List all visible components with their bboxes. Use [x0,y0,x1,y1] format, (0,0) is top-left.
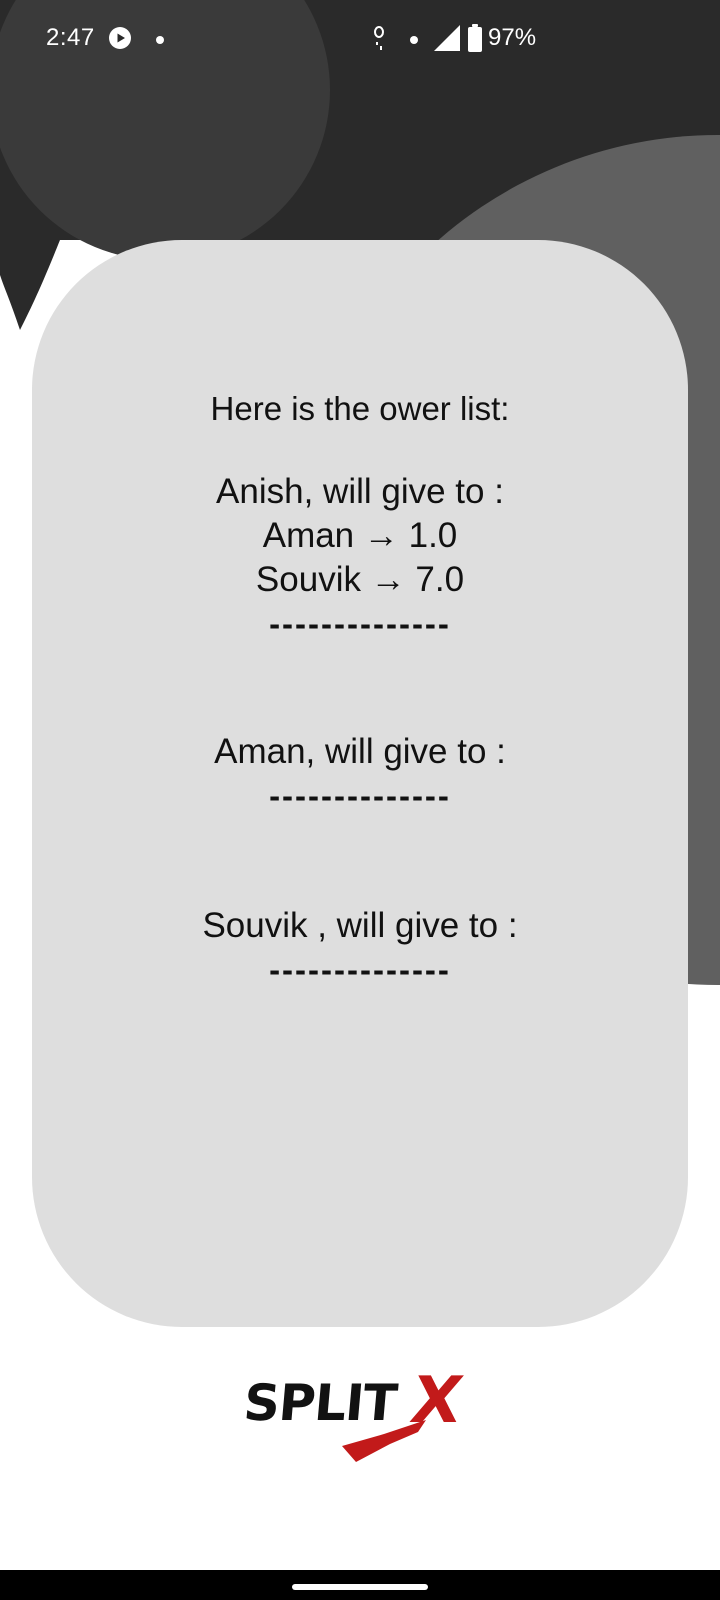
entry-divider: -------------- [269,777,451,814]
entry-title: Aman, will give to : [214,732,506,771]
status-dot-icon [410,36,418,44]
signal-icon [434,25,460,51]
payment-line: Souvik → 7.0 [255,560,465,599]
entry-divider: -------------- [269,951,451,988]
entry-divider: -------------- [269,605,451,642]
gesture-nav-bar [0,1570,720,1600]
misc-status-icon [374,26,384,50]
splitx-logo: SPLIT X [241,1364,474,1488]
home-gesture-handle[interactable] [292,1584,428,1590]
notification-dot-icon [156,36,164,44]
play-icon [109,27,131,49]
ower-list-heading: Here is the ower list: [210,390,510,427]
logo-text: SPLIT [241,1374,399,1432]
entry-title: Souvik , will give to : [202,906,518,945]
status-bar: 2:47 97% [0,0,720,80]
battery-percentage: 97% [488,24,537,51]
status-time: 2:47 [46,24,95,51]
entry-title: Anish, will give to : [216,472,504,511]
payment-line: Aman → 1.0 [262,516,458,555]
ower-list-card: Here is the ower list: Anish, will give … [32,240,688,1327]
battery-icon [468,24,482,52]
